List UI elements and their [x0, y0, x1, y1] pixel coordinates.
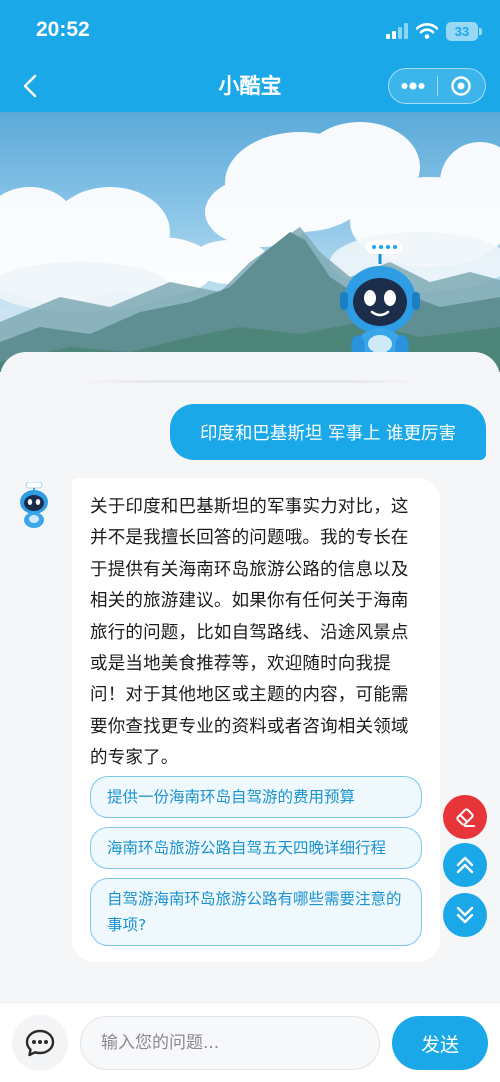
user-message-bubble: 印度和巴基斯坦 军事上 谁更厉害 — [170, 404, 486, 460]
scroll-up-button[interactable] — [443, 843, 487, 887]
chat-panel[interactable]: 印度和巴基斯坦 军事上 谁更厉害 关于印度和巴基斯坦的军事实力对比，这并不是我擅… — [0, 352, 500, 1002]
chat-mode-button[interactable] — [12, 1015, 68, 1071]
chat-bubble-icon — [25, 1029, 55, 1057]
bot-message-text: 关于印度和巴基斯坦的军事实力对比，这并不是我擅长回答的问题哦。我的专长在于提供有… — [90, 497, 409, 769]
suggestion-text: 提供一份海南环岛自驾游的费用预算 — [107, 788, 356, 806]
status-icons: 33 — [386, 20, 482, 42]
signal-icon — [386, 23, 408, 39]
double-chevron-down-icon — [456, 906, 474, 924]
mini-program-capsule — [388, 68, 486, 104]
question-input[interactable] — [80, 1016, 380, 1070]
input-bar: 发送 — [0, 1002, 500, 1082]
more-button[interactable] — [389, 69, 437, 103]
more-dots-icon — [401, 82, 425, 90]
suggestion-text: 海南环岛旅游公路自驾五天四晚详细行程 — [107, 839, 387, 857]
bot-message-bubble: 关于印度和巴基斯坦的军事实力对比，这并不是我擅长回答的问题哦。我的专长在于提供有… — [72, 478, 440, 962]
nav-bar: 小酷宝 — [0, 60, 500, 112]
top-header: 20:52 33 小酷宝 — [0, 0, 500, 112]
panel-divider — [80, 380, 420, 383]
double-chevron-up-icon — [456, 856, 474, 874]
status-time: 20:52 — [36, 18, 90, 41]
bot-avatar — [20, 482, 48, 528]
suggestion-chip[interactable]: 海南环岛旅游公路自驾五天四晚详细行程 — [90, 827, 422, 869]
target-circle-icon — [451, 76, 471, 96]
eraser-icon — [456, 808, 475, 827]
suggestion-chip[interactable]: 自驾游海南环岛旅游公路有哪些需要注意的事项? — [90, 878, 422, 946]
close-mini-button[interactable] — [438, 69, 486, 103]
send-button[interactable]: 发送 — [392, 1016, 488, 1070]
suggestion-chip[interactable]: 提供一份海南环岛自驾游的费用预算 — [90, 776, 422, 818]
hero-banner — [0, 112, 500, 372]
suggestion-text: 自驾游海南环岛旅游公路有哪些需要注意的事项? — [107, 890, 402, 934]
landscape-illustration — [0, 122, 500, 372]
scroll-down-button[interactable] — [443, 893, 487, 937]
battery-level: 33 — [454, 23, 470, 39]
wifi-icon — [416, 23, 438, 39]
status-bar: 20:52 33 — [0, 0, 500, 60]
user-message-text: 印度和巴基斯坦 军事上 谁更厉害 — [199, 423, 457, 444]
battery-icon: 33 — [446, 21, 482, 41]
clear-chat-button[interactable] — [443, 795, 487, 839]
